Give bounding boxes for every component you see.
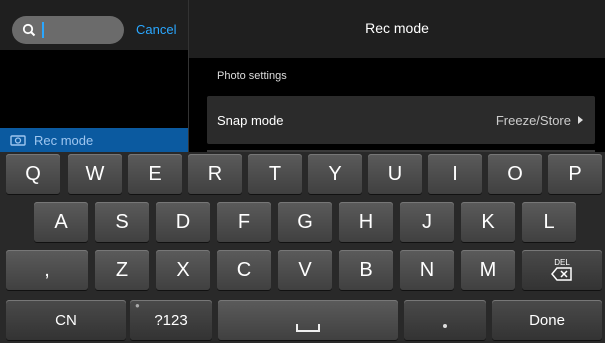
key-s[interactable]: S bbox=[95, 202, 149, 242]
text-caret bbox=[42, 22, 44, 38]
key-o[interactable]: O bbox=[488, 154, 542, 194]
main-panel: Rec mode Photo settings Snap mode Freeze… bbox=[189, 0, 605, 152]
done-button[interactable]: Done bbox=[492, 300, 602, 340]
key-b[interactable]: B bbox=[339, 250, 393, 290]
key-comma[interactable]: , bbox=[6, 250, 88, 290]
key-k[interactable]: K bbox=[461, 202, 515, 242]
section-label: Photo settings bbox=[217, 70, 287, 82]
backspace-icon bbox=[551, 267, 572, 281]
key-i[interactable]: I bbox=[428, 154, 482, 194]
key-h[interactable]: H bbox=[339, 202, 393, 242]
setting-label: Snap mode bbox=[217, 113, 284, 128]
sidebar-item-label: Rec mode bbox=[34, 132, 94, 148]
chevron-right-icon bbox=[578, 116, 583, 124]
sidebar-item-rec-mode[interactable]: Rec mode bbox=[0, 128, 188, 152]
header: Rec mode bbox=[189, 0, 605, 58]
camera-icon bbox=[10, 135, 26, 146]
key-r[interactable]: R bbox=[188, 154, 242, 194]
key-t[interactable]: T bbox=[248, 154, 302, 194]
space-icon bbox=[296, 324, 320, 332]
delete-button[interactable]: DEL bbox=[522, 250, 602, 290]
period-icon bbox=[443, 324, 447, 328]
on-screen-keyboard: Q W E R T Y U I O P A S D F G H J K L , … bbox=[0, 152, 605, 343]
cn-key[interactable]: CN bbox=[6, 300, 126, 340]
key-c[interactable]: C bbox=[217, 250, 271, 290]
key-q[interactable]: Q bbox=[6, 154, 60, 194]
space-bar[interactable] bbox=[218, 300, 398, 340]
key-u[interactable]: U bbox=[368, 154, 422, 194]
sidebar-blank bbox=[0, 50, 188, 128]
period-key[interactable] bbox=[404, 300, 486, 340]
sidebar: Cancel Rec mode bbox=[0, 0, 189, 152]
cancel-button[interactable]: Cancel bbox=[136, 22, 176, 37]
search-input[interactable] bbox=[12, 16, 124, 44]
setting-row-snap-mode[interactable]: Snap mode Freeze/Store bbox=[207, 96, 595, 144]
key-x[interactable]: X bbox=[156, 250, 210, 290]
setting-value: Freeze/Store bbox=[495, 113, 571, 128]
key-a[interactable]: A bbox=[34, 202, 88, 242]
app-screen: Cancel Rec mode Rec mode Photo settings … bbox=[0, 0, 605, 152]
key-j[interactable]: J bbox=[400, 202, 454, 242]
key-n[interactable]: N bbox=[400, 250, 454, 290]
key-v[interactable]: V bbox=[278, 250, 332, 290]
delete-label: DEL bbox=[554, 258, 570, 267]
key-f[interactable]: F bbox=[217, 202, 271, 242]
key-w[interactable]: W bbox=[68, 154, 122, 194]
search-icon bbox=[22, 23, 36, 37]
key-m[interactable]: M bbox=[461, 250, 515, 290]
key-d[interactable]: D bbox=[156, 202, 210, 242]
key-l[interactable]: L bbox=[522, 202, 576, 242]
key-y[interactable]: Y bbox=[308, 154, 362, 194]
key-g[interactable]: G bbox=[278, 202, 332, 242]
symbols-key[interactable]: ● ?123 bbox=[130, 300, 212, 340]
key-p[interactable]: P bbox=[548, 154, 602, 194]
key-e[interactable]: E bbox=[128, 154, 182, 194]
page-title: Rec mode bbox=[365, 20, 429, 36]
symbols-key-label: ?123 bbox=[154, 311, 188, 329]
key-hint-dot: ● bbox=[135, 301, 140, 310]
key-z[interactable]: Z bbox=[95, 250, 149, 290]
